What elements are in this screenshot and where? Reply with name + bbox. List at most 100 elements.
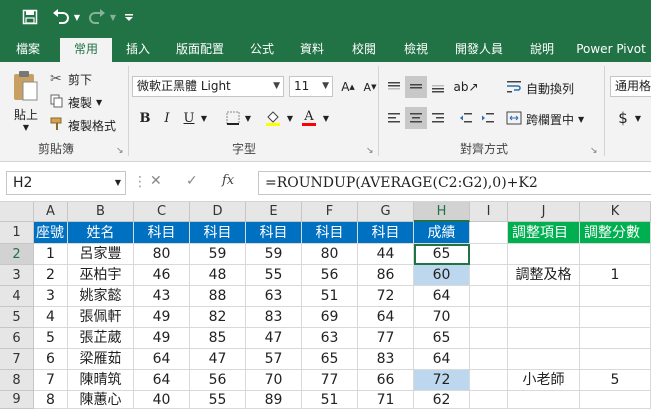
cell-g3[interactable]: 86 [358,265,414,286]
cell-h5[interactable]: 70 [414,307,470,328]
cell-h1[interactable]: 成績 [414,222,470,244]
row-header-5[interactable]: 5 [0,307,34,328]
cell-g5[interactable]: 64 [358,307,414,328]
cell-j5[interactable] [508,307,580,328]
alignment-launcher-icon[interactable]: ↘ [590,146,598,156]
tab-insert[interactable]: 插入 [116,36,160,62]
cell-a5[interactable]: 4 [34,307,68,328]
tab-developer[interactable]: 開發人員 [446,36,512,62]
currency-dropdown-icon[interactable]: ▼ [632,107,644,129]
cell-c8[interactable]: 64 [134,370,190,391]
cell-f9[interactable]: 51 [302,391,358,409]
cell-j9[interactable] [508,391,580,409]
column-header-f[interactable]: F [302,202,358,222]
cell-f1[interactable]: 科目 [302,222,358,244]
font-name-select[interactable]: 微軟正黑體 Light ▼ [132,76,284,97]
cell-c4[interactable]: 43 [134,286,190,307]
cell-k4[interactable] [580,286,651,307]
cell-f4[interactable]: 51 [302,286,358,307]
row-header-4[interactable]: 4 [0,286,34,307]
cell-a3[interactable]: 2 [34,265,68,286]
column-header-j[interactable]: J [508,202,580,222]
cell-h4[interactable]: 64 [414,286,470,307]
cell-c5[interactable]: 49 [134,307,190,328]
currency-button[interactable]: $ [612,107,634,129]
cell-i2[interactable] [470,244,508,265]
cell-i5[interactable] [470,307,508,328]
tab-review[interactable]: 校閱 [342,36,386,62]
orientation-icon[interactable]: ab↗ [453,76,478,98]
cell-j7[interactable] [508,349,580,370]
borders-dropdown-icon[interactable]: ▼ [242,107,254,129]
row-header-9[interactable]: 9 [0,391,34,409]
column-header-b[interactable]: B [68,202,134,222]
cell-c7[interactable]: 64 [134,349,190,370]
insert-function-icon[interactable]: fx [222,173,234,188]
cell-h3[interactable]: 60 [414,265,470,286]
cell-f8[interactable]: 77 [302,370,358,391]
cell-h9[interactable]: 62 [414,391,470,409]
clipboard-launcher-icon[interactable]: ↘ [116,146,124,156]
font-launcher-icon[interactable]: ↘ [366,146,374,156]
row-header-8[interactable]: 8 [0,370,34,391]
column-header-d[interactable]: D [190,202,246,222]
cell-k2[interactable] [580,244,651,265]
cell-b6[interactable]: 張芷葳 [68,328,134,349]
cell-b3[interactable]: 巫柏宇 [68,265,134,286]
cell-c6[interactable]: 49 [134,328,190,349]
cell-f6[interactable]: 63 [302,328,358,349]
underline-button[interactable]: U [178,107,200,129]
name-box[interactable]: H2 ▼ [6,171,126,195]
cell-k6[interactable] [580,328,651,349]
font-color-dropdown-icon[interactable]: ▼ [320,107,332,129]
cell-g8[interactable]: 66 [358,370,414,391]
cell-k9[interactable] [580,391,651,409]
cell-d5[interactable]: 82 [190,307,246,328]
cell-d1[interactable]: 科目 [190,222,246,244]
cell-a6[interactable]: 5 [34,328,68,349]
cell-f3[interactable]: 56 [302,265,358,286]
formula-input[interactable]: =ROUNDUP(AVERAGE(C2:G2),0)+K2 [258,171,651,195]
cell-d2[interactable]: 59 [190,244,246,265]
select-all-corner[interactable] [0,202,34,222]
borders-icon[interactable] [222,107,244,129]
format-painter-button[interactable]: 複製格式 [50,116,116,134]
cell-g4[interactable]: 72 [358,286,414,307]
cell-i9[interactable] [470,391,508,409]
increase-font-icon[interactable]: A ▲ [337,76,359,98]
cell-g2[interactable]: 44 [358,244,414,265]
cell-e5[interactable]: 83 [246,307,302,328]
cell-j6[interactable] [508,328,580,349]
redo-dropdown-icon[interactable]: ▼ [108,6,118,28]
tab-view[interactable]: 檢視 [394,36,438,62]
fill-color-icon[interactable] [262,107,284,129]
cell-g7[interactable]: 83 [358,349,414,370]
cell-f5[interactable]: 69 [302,307,358,328]
fill-color-dropdown-icon[interactable]: ▼ [284,107,296,129]
align-top-icon[interactable] [383,76,405,98]
column-header-k[interactable]: K [580,202,651,222]
cell-k1[interactable]: 調整分數 [580,222,651,244]
cell-a1[interactable]: 座號 [34,222,68,244]
column-header-g[interactable]: G [358,202,414,222]
cell-i4[interactable] [470,286,508,307]
cell-j4[interactable] [508,286,580,307]
column-header-a[interactable]: A [34,202,68,222]
cell-c3[interactable]: 46 [134,265,190,286]
cell-g6[interactable]: 77 [358,328,414,349]
cell-e8[interactable]: 70 [246,370,302,391]
cell-a2[interactable]: 1 [34,244,68,265]
cell-c1[interactable]: 科目 [134,222,190,244]
increase-indent-icon[interactable] [477,107,499,129]
cancel-icon[interactable]: ✕ [150,173,162,189]
align-middle-icon[interactable] [405,76,427,98]
paste-button[interactable]: 貼上 ▼ [8,70,44,134]
cell-d3[interactable]: 48 [190,265,246,286]
cell-c2[interactable]: 80 [134,244,190,265]
cell-f2[interactable]: 80 [302,244,358,265]
cell-a4[interactable]: 3 [34,286,68,307]
cell-f7[interactable]: 65 [302,349,358,370]
cell-h8[interactable]: 72 [414,370,470,391]
align-center-icon[interactable] [405,107,427,129]
cell-c9[interactable]: 40 [134,391,190,409]
